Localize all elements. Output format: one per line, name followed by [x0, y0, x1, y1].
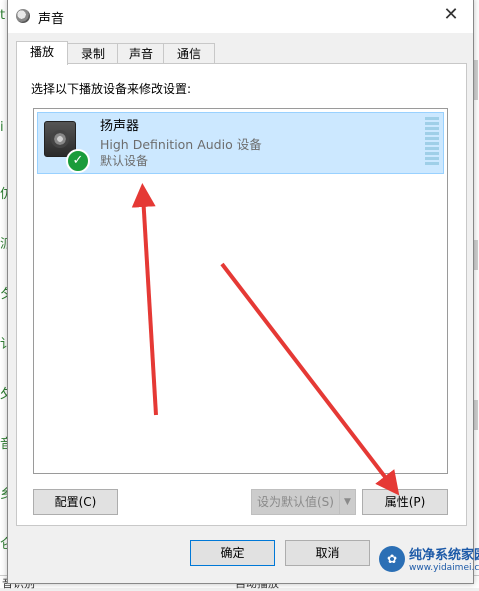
instruction-text: 选择以下播放设备来修改设置:	[31, 82, 192, 96]
cancel-button[interactable]: 取消	[285, 540, 370, 566]
device-item-speakers[interactable]: ✓ 扬声器 High Definition Audio 设备 默认设备	[37, 112, 444, 174]
device-status: 默认设备	[100, 154, 149, 168]
watermark: ✿ 纯净系统家园 www.yidaimei.com	[379, 542, 479, 580]
close-button[interactable]: ✕	[429, 0, 473, 33]
set-default-button[interactable]: 设为默认值(S)	[251, 489, 340, 515]
watermark-title: 纯净系统家园	[409, 548, 479, 563]
tab-sounds[interactable]: 声音	[117, 43, 165, 64]
configure-button[interactable]: 配置(C)	[33, 489, 118, 515]
watermark-logo-icon: ✿	[379, 546, 405, 572]
set-default-dropdown-arrow[interactable]: ▼	[339, 489, 356, 515]
ok-button[interactable]: 确定	[190, 540, 275, 566]
playback-panel: 选择以下播放设备来修改设置: ✓ 扬声器 High Definition Aud…	[16, 63, 467, 526]
device-list[interactable]: ✓ 扬声器 High Definition Audio 设备 默认设备	[33, 108, 448, 474]
tab-playback[interactable]: 播放	[16, 41, 68, 65]
tab-recording[interactable]: 录制	[67, 43, 119, 64]
tab-communications[interactable]: 通信	[163, 43, 215, 64]
speaker-icon	[16, 9, 30, 23]
window-title: 声音	[38, 12, 65, 27]
sound-dialog: 声音 ✕ 播放 录制 声音 通信 选择以下播放设备来修改设置: ✓ 扬声器 Hi…	[7, 0, 474, 584]
device-name: 扬声器	[100, 119, 140, 134]
watermark-url: www.yidaimei.com	[409, 563, 479, 573]
properties-button[interactable]: 属性(P)	[362, 489, 448, 515]
volume-level-meter	[425, 117, 439, 167]
device-description: High Definition Audio 设备	[100, 137, 262, 152]
title-bar[interactable]: 声音 ✕	[8, 0, 473, 33]
default-check-icon: ✓	[66, 149, 90, 173]
